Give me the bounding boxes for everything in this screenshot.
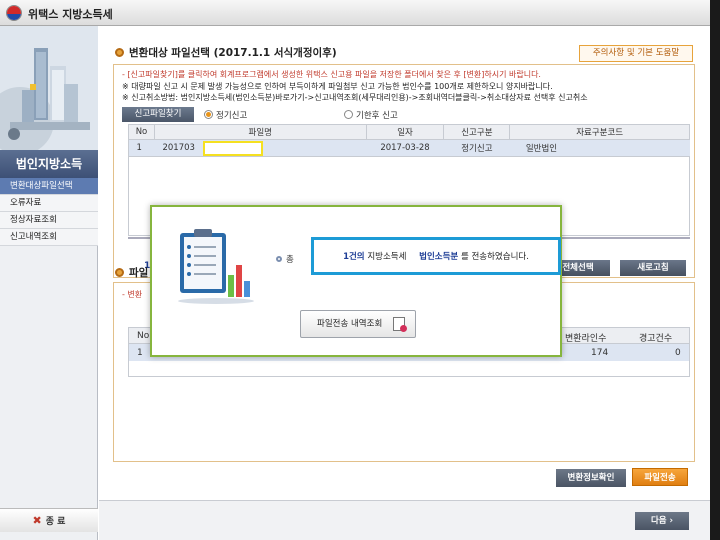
exit-icon: ✖ <box>32 514 42 527</box>
info-line-2: ※ 대량파일 신고 시 문제 발생 가능성으로 인하여 부득이하게 파일첨부 신… <box>122 81 553 91</box>
dialog-message: 1건의 지방소득세 법인소득분 를 전송하였습니다. <box>314 250 558 262</box>
sidebar-item-error-data[interactable]: 오류자료 <box>0 195 98 212</box>
find-file-button[interactable]: 신고파일찾기 <box>122 107 194 122</box>
col-warnings: 경고건수 <box>639 334 673 344</box>
radio-regular[interactable]: 정기신고 <box>204 109 247 121</box>
next-button[interactable]: 다음 › <box>635 512 689 530</box>
dialog-lead: 총 <box>276 253 294 265</box>
section-bullet-icon <box>115 48 124 57</box>
dialog-suffix: 를 전송하였습니다. <box>460 252 529 262</box>
redaction-highlight <box>203 141 263 156</box>
cell-lines: 174 <box>591 348 609 358</box>
transmission-history-button[interactable]: 파일전송 내역조회 <box>300 310 416 338</box>
dialog-category: 법인소득분 <box>419 252 459 262</box>
col-code: 자료구분코드 <box>509 124 690 140</box>
title-bar: 위택스 지방소득세 <box>0 0 720 26</box>
window-title: 위택스 지방소득세 <box>28 8 113 21</box>
section1-title: 변환대상 파일선택 (2017.1.1 서식개정이후) <box>115 45 337 60</box>
wetax-logo-icon <box>6 5 22 21</box>
sidebar: 법인지방소득 변환대상파일선택 오류자료 정상자료조회 신고내역조회 ✖ 종 료 <box>0 26 98 540</box>
info-line-1: - [신고파일찾기]를 클릭하여 회계프로그램에서 생성한 위택스 신고용 파일… <box>122 70 541 79</box>
radio-regular-label: 정기신고 <box>216 111 248 121</box>
info-line-3: ※ 신고취소방법: 법인지방소득세(법인소득분)바로가기->신고내역조회(세무대… <box>122 93 588 102</box>
clipboard-chart-icon <box>176 225 256 305</box>
table-header: No 파일명 일자 신고구분 자료구분코드 <box>128 124 690 140</box>
cell-type: 정기신고 <box>443 139 510 157</box>
section-bullet-icon <box>115 268 124 277</box>
col-filename: 파일명 <box>153 124 367 140</box>
buildings-illustration-icon <box>0 26 98 150</box>
cell-no: 1 <box>137 348 143 358</box>
col-date: 일자 <box>365 124 445 140</box>
cell-no: 1 <box>128 139 155 157</box>
dialog-message-box: 1건의 지방소득세 법인소득분 를 전송하였습니다. <box>311 237 561 275</box>
dialog-tax: 지방소득세 <box>367 252 407 262</box>
help-notice-button[interactable]: 주의사항 및 기본 도움말 <box>579 45 693 62</box>
info-text: - [신고파일찾기]를 클릭하여 회계프로그램에서 생성한 위택스 신고용 파일… <box>122 69 588 104</box>
section1-title-text: 변환대상 파일선택 (2017.1.1 서식개정이후) <box>129 47 337 59</box>
refresh-button[interactable]: 새로고침 <box>620 260 686 276</box>
col-no: No <box>128 124 155 140</box>
window-edge <box>710 0 720 540</box>
section2-title: 파일 <box>115 265 148 280</box>
radio-selected-icon <box>204 110 213 119</box>
radio-late[interactable]: 기한후 신고 <box>344 109 398 121</box>
cell-date: 2017-03-28 <box>366 139 444 157</box>
document-search-icon <box>393 317 407 332</box>
dialog-count: 1건의 <box>343 252 365 262</box>
exit-button[interactable]: ✖ 종 료 <box>0 508 98 532</box>
sidebar-menu: 변환대상파일선택 오류자료 정상자료조회 신고내역조회 <box>0 178 98 246</box>
verify-conversion-button[interactable]: 변환정보확인 <box>556 469 626 487</box>
cell-warnings: 0 <box>675 348 681 358</box>
sidebar-item-normal-data[interactable]: 정상자료조회 <box>0 212 98 229</box>
cell-code: 일반법인 <box>509 139 690 157</box>
exit-label: 종 료 <box>45 517 66 527</box>
sidebar-item-filing-history[interactable]: 신고내역조회 <box>0 229 98 246</box>
send-file-button[interactable]: 파일전송 <box>632 468 688 486</box>
sidebar-item-file-select[interactable]: 변환대상파일선택 <box>0 178 98 195</box>
dialog-lead-text: 총 <box>286 255 294 265</box>
col-no: No <box>137 331 150 341</box>
col-lines: 변환라인수 <box>565 334 607 344</box>
section2-info: - 변환 <box>122 290 143 299</box>
col-type: 신고구분 <box>443 124 511 140</box>
footer-bar: 다음 › <box>99 500 710 540</box>
radio-late-label: 기한후 신고 <box>356 111 398 121</box>
bullet-icon <box>276 256 282 262</box>
radio-unselected-icon <box>344 110 353 119</box>
section2-title-text: 파일 <box>129 267 149 279</box>
transmission-complete-dialog: 총 1건의 지방소득세 법인소득분 를 전송하였습니다. 파일전송 내역조회 <box>150 205 562 357</box>
sidebar-title: 법인지방소득 <box>0 150 98 178</box>
transmission-history-label: 파일전송 내역조회 <box>317 319 383 329</box>
